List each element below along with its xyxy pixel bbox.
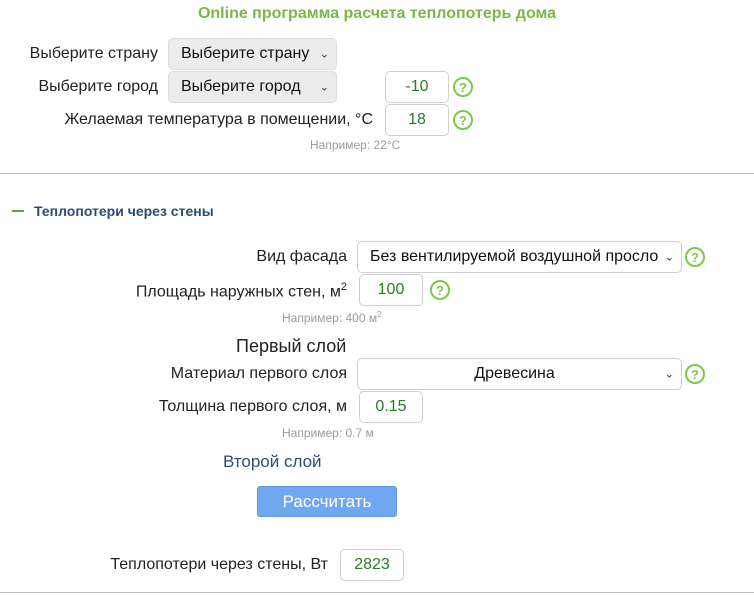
calculate-button[interactable]: Рассчитать: [257, 486, 397, 517]
section-walls-title: Теплопотери через стены: [34, 203, 214, 219]
facade-label: Вид фасада: [256, 248, 347, 265]
layer2-link[interactable]: Второй слой: [223, 452, 322, 472]
chevron-down-icon: ⌄: [664, 368, 674, 381]
layer1-material-label: Материал первого слоя: [170, 365, 347, 382]
indoor-temp-hint: Например: 22°C: [310, 138, 401, 152]
outdoor-temp-field[interactable]: -10: [385, 71, 449, 103]
layer1-thickness-field[interactable]: 0.15: [359, 391, 423, 423]
divider: [0, 592, 754, 593]
layer1-material-value: Древесина: [474, 365, 555, 382]
country-label: Выберите страну: [29, 45, 158, 62]
help-icon[interactable]: ?: [430, 280, 450, 300]
collapse-icon: [12, 210, 24, 212]
result-label: Теплопотери через стены, Вт: [110, 556, 328, 573]
section-walls-toggle[interactable]: Теплопотери через стены: [12, 203, 214, 219]
chevron-down-icon: ⌄: [319, 81, 329, 94]
city-select[interactable]: Выберите город ⌄: [168, 71, 337, 103]
result-value: 2823: [340, 549, 404, 581]
area-hint: Например: 400 м2: [282, 310, 382, 325]
wall-area-field[interactable]: 100: [359, 274, 423, 306]
indoor-temp-field[interactable]: 18: [385, 104, 449, 136]
city-select-value: Выберите город: [181, 78, 301, 95]
area-label-sup: 2: [340, 281, 347, 293]
help-icon[interactable]: ?: [685, 247, 705, 267]
facade-select[interactable]: Без вентилируемой воздушной прослойки ⌄: [357, 241, 682, 273]
help-icon[interactable]: ?: [453, 110, 473, 130]
layer1-thickness-hint: Например: 0.7 м: [282, 426, 374, 440]
country-select-value: Выберите страну: [181, 45, 310, 62]
layer1-material-select[interactable]: Древесина ⌄: [357, 358, 682, 390]
divider: [0, 173, 754, 174]
page-title: Online программа расчета теплопотерь дом…: [197, 5, 557, 22]
help-icon[interactable]: ?: [453, 77, 473, 97]
chevron-down-icon: ⌄: [319, 48, 329, 61]
layer1-heading: Первый слой: [236, 336, 347, 356]
city-label: Выберите город: [38, 78, 158, 95]
help-icon[interactable]: ?: [685, 364, 705, 384]
area-label-text: Площадь наружных стен, м: [135, 283, 341, 301]
area-hint-text: Например: 400 м: [282, 311, 378, 325]
indoor-temp-label: Желаемая температура в помещении, °C: [64, 111, 373, 128]
facade-select-value: Без вентилируемой воздушной прослойки: [370, 248, 659, 265]
area-label: Площадь наружных стен, м2: [136, 281, 347, 301]
area-hint-sup: 2: [377, 310, 382, 319]
chevron-down-icon: ⌄: [664, 251, 674, 264]
country-select[interactable]: Выберите страну ⌄: [168, 38, 337, 70]
layer1-thickness-label: Толщина первого слоя, м: [158, 398, 347, 415]
